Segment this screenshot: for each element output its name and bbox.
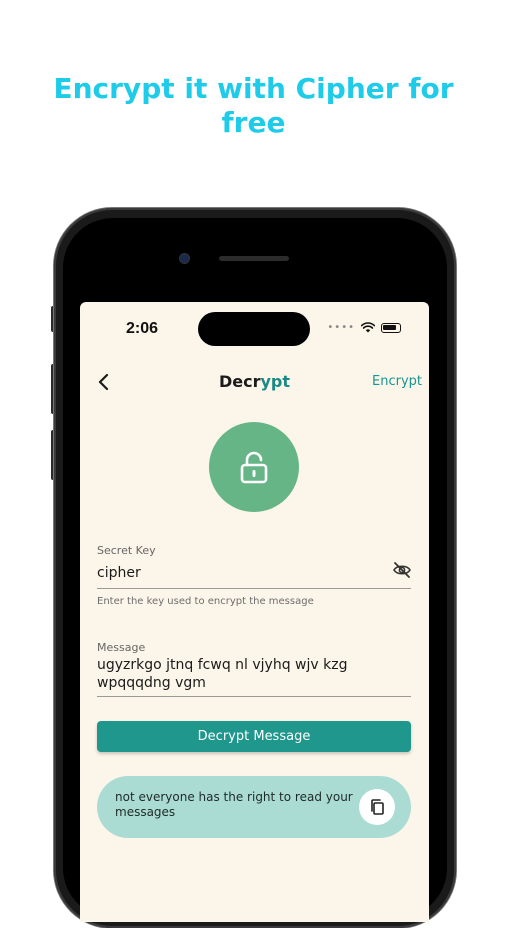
decrypted-result-text: not everyone has the right to read your … bbox=[115, 790, 355, 820]
earpiece bbox=[219, 256, 289, 261]
secret-key-helper: Enter the key used to encrypt the messag… bbox=[97, 596, 314, 607]
page-title-part1: Decr bbox=[218, 372, 261, 391]
status-time: 2:06 bbox=[126, 320, 159, 337]
page-title-part2: ypt bbox=[260, 372, 291, 391]
wifi-icon bbox=[361, 322, 375, 333]
eye-off-icon bbox=[393, 562, 411, 578]
status-icons: •••• bbox=[327, 322, 401, 333]
toggle-visibility-button[interactable] bbox=[392, 560, 412, 580]
front-camera bbox=[180, 254, 189, 263]
unlock-badge bbox=[209, 422, 299, 512]
encrypt-link[interactable]: Encrypt bbox=[372, 374, 422, 389]
message-line-2: wpqqqdng vgm bbox=[97, 675, 206, 691]
promo-headline: Encrypt it with Cipher for free bbox=[0, 72, 507, 140]
secret-key-label: Secret Key bbox=[97, 544, 156, 557]
decrypted-result-line-1: not everyone has the right to read your bbox=[115, 790, 353, 804]
message-field[interactable]: ugyzrkgo jtnq fcwq nl vjyhq wjv kzg wpqq… bbox=[97, 656, 347, 692]
nav-bar: Decrypt Encrypt bbox=[80, 368, 429, 396]
app-screen: 2:06 •••• Decrypt Encrypt Secret Key cip… bbox=[80, 302, 429, 922]
signal-dots-icon: •••• bbox=[327, 322, 355, 333]
message-label: Message bbox=[97, 641, 146, 654]
unlock-icon bbox=[240, 451, 268, 484]
copy-icon bbox=[371, 799, 384, 815]
message-line-1: ugyzrkgo jtnq fcwq nl vjyhq wjv kzg bbox=[97, 657, 348, 673]
promo-headline-line1: Encrypt it with Cipher for bbox=[53, 72, 454, 105]
battery-icon bbox=[381, 322, 401, 333]
message-underline bbox=[97, 696, 411, 697]
copy-button[interactable] bbox=[359, 789, 395, 825]
secret-key-underline bbox=[97, 588, 411, 589]
decrypted-result-line-2: messages bbox=[115, 805, 176, 819]
dynamic-island bbox=[198, 312, 310, 346]
decrypted-result-card: not everyone has the right to read your … bbox=[97, 776, 411, 838]
secret-key-field[interactable]: cipher bbox=[97, 564, 141, 582]
promo-headline-line2: free bbox=[221, 106, 286, 139]
decrypt-message-button[interactable]: Decrypt Message bbox=[97, 721, 411, 752]
